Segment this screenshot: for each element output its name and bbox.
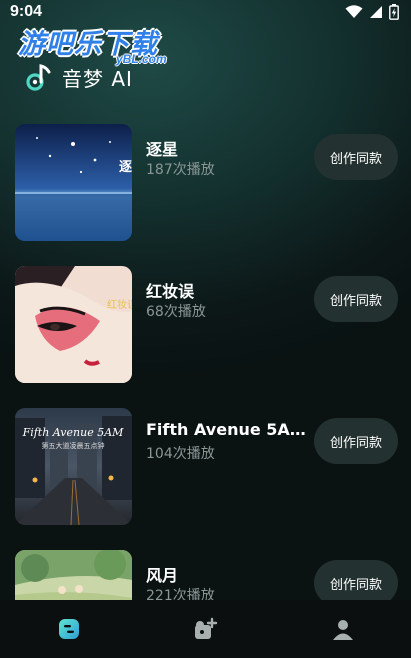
- play-count: 221次播放: [146, 588, 215, 600]
- cover-text: 红妆误: [107, 298, 132, 311]
- night-lake-cover[interactable]: 逐星: [15, 124, 132, 241]
- play-count: 104次播放: [146, 446, 215, 462]
- cover-subtext: 第五大道凌晨五点钟: [42, 441, 105, 450]
- status-icons: [345, 4, 399, 20]
- song-title: 红妆误: [146, 282, 195, 301]
- nav-tab-create[interactable]: [176, 607, 236, 651]
- play-count: 187次播放: [146, 162, 215, 178]
- create-same-button[interactable]: 创作同款: [314, 276, 398, 322]
- status-bar: 9:04: [0, 0, 411, 24]
- song-list[interactable]: 逐星 逐星 187次播放 创作同款 红妆误 红妆误 68次播放 创作同款: [0, 110, 411, 600]
- create-same-button[interactable]: 创作同款: [314, 560, 398, 600]
- cover-text: 逐星: [119, 160, 132, 175]
- song-title: 逐星: [146, 140, 179, 159]
- song-item[interactable]: 风月 221次播放 创作同款: [0, 536, 411, 600]
- opera-face-cover[interactable]: 红妆误: [15, 266, 132, 383]
- nav-tab-home[interactable]: [39, 607, 99, 651]
- create-tab-icon: [194, 617, 217, 639]
- profile-tab-icon: [332, 620, 353, 640]
- nav-tab-profile[interactable]: [313, 607, 373, 651]
- create-same-button[interactable]: 创作同款: [314, 134, 398, 180]
- bottom-nav: [0, 600, 411, 658]
- battery-icon: [389, 4, 399, 20]
- wifi-icon: [345, 5, 363, 18]
- song-title: Fifth Avenue 5AM...: [146, 420, 306, 439]
- create-same-button[interactable]: 创作同款: [314, 418, 398, 464]
- city-street-cover[interactable]: Fifth Avenue 5AM 第五大道凌晨五点钟: [15, 408, 132, 525]
- status-time: 9:04: [10, 3, 43, 20]
- signal-icon: [370, 6, 382, 18]
- home-tab-icon: [58, 619, 79, 639]
- play-count: 68次播放: [146, 304, 206, 320]
- song-title: 风月: [146, 566, 179, 585]
- garden-cover[interactable]: [15, 550, 132, 600]
- song-item[interactable]: 红妆误 红妆误 68次播放 创作同款: [0, 252, 411, 383]
- song-item[interactable]: 逐星 逐星 187次播放 创作同款: [0, 110, 411, 241]
- song-item[interactable]: Fifth Avenue 5AM 第五大道凌晨五点钟 Fifth Avenue …: [0, 394, 411, 525]
- cover-text: Fifth Avenue 5AM: [22, 426, 125, 439]
- watermark: 游吧乐下载 yBL.com: [18, 22, 188, 68]
- watermark-sub: yBL.com: [116, 52, 167, 66]
